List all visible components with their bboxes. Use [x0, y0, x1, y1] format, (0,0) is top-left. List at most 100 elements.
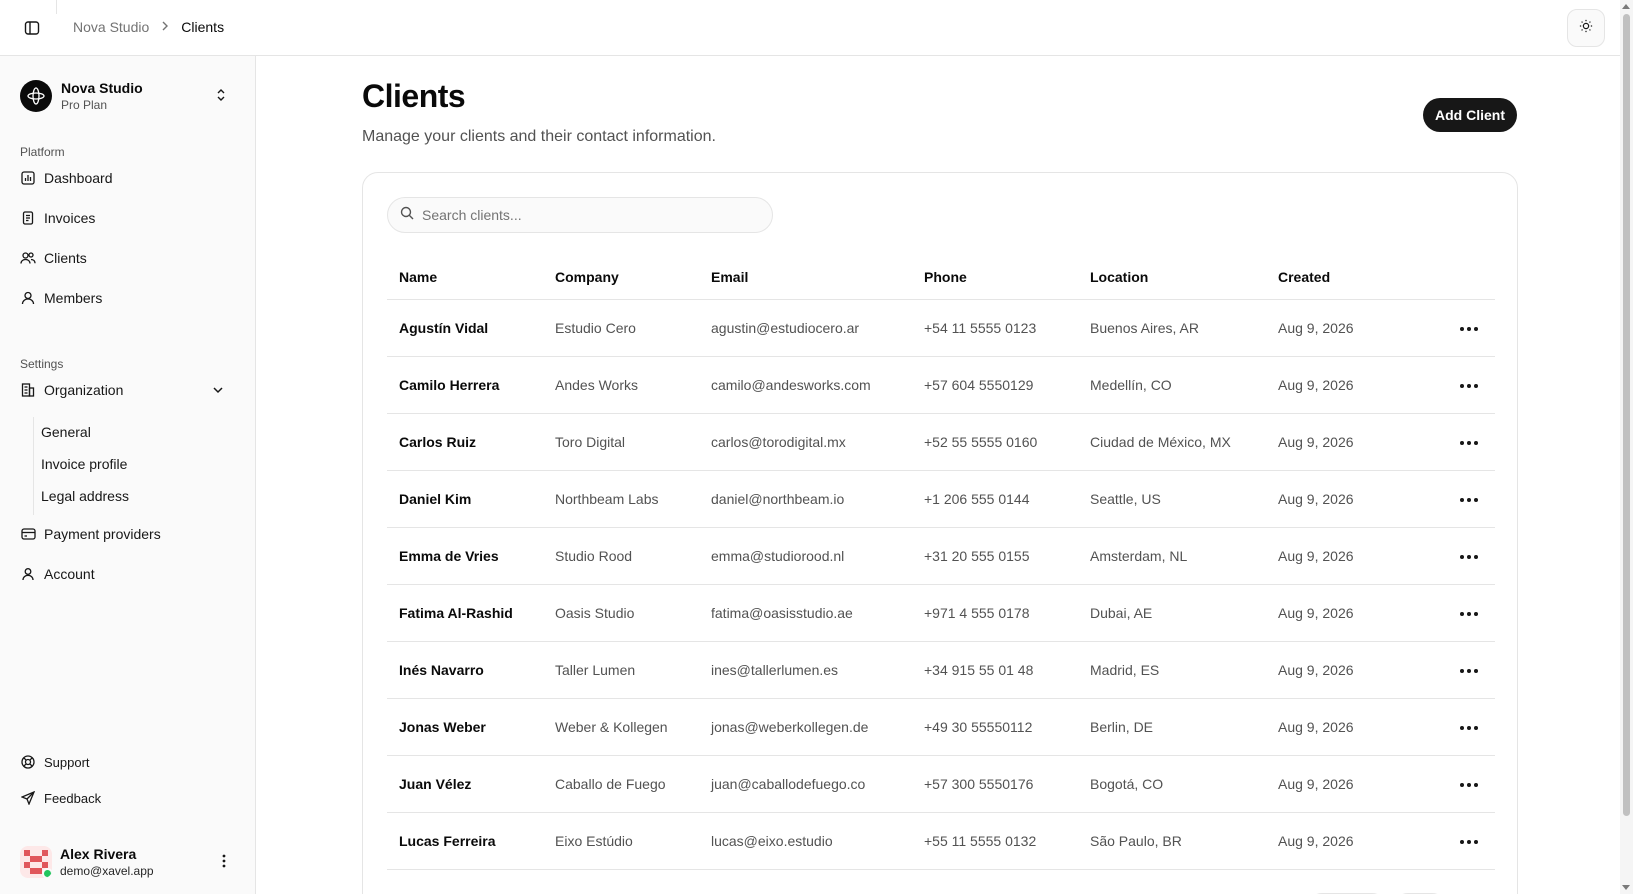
more-horizontal-icon[interactable] — [1454, 834, 1484, 850]
sidebar-subitem-general[interactable]: General — [41, 420, 91, 444]
more-horizontal-icon[interactable] — [1454, 435, 1484, 451]
more-horizontal-icon[interactable] — [1454, 777, 1484, 793]
cell-phone: +1 206 555 0144 — [912, 470, 1078, 528]
cell-email[interactable]: jonas@weberkollegen.de — [699, 698, 912, 756]
cell-email[interactable]: agustin@estudiocero.ar — [699, 299, 912, 357]
sidebar-item-clients[interactable]: Clients — [20, 242, 236, 274]
sidebar-item-label: Payment providers — [44, 526, 161, 542]
platform-group-label: Platform — [20, 145, 65, 159]
more-horizontal-icon[interactable] — [1454, 720, 1484, 736]
table-row[interactable]: Agustín Vidal Estudio Cero agustin@estudio… — [387, 299, 1495, 357]
column-header-phone[interactable]: Phone — [912, 255, 1078, 300]
sidebar-item-label: Organization — [44, 382, 124, 398]
cell-location: Ciudad de México, MX — [1078, 413, 1266, 471]
search-input[interactable] — [422, 207, 752, 223]
sidebar-item-members[interactable]: Members — [20, 282, 236, 314]
cell-actions — [1443, 584, 1495, 642]
cell-phone: +34 915 55 01 48 — [912, 641, 1078, 699]
cell-name: Fatima Al-Rashid — [387, 584, 543, 642]
user-name: Alex Rivera — [60, 845, 137, 862]
sidebar-item-label: Support — [44, 754, 90, 770]
column-header-name[interactable]: Name — [387, 255, 543, 300]
column-header-location[interactable]: Location — [1078, 255, 1266, 300]
sidebar-item-payment-providers[interactable]: Payment providers — [20, 518, 236, 550]
table-row[interactable]: Jonas Weber Weber & Kollegen jonas@weberko… — [387, 698, 1495, 756]
cell-location: Buenos Aires, AR — [1078, 299, 1266, 357]
sidebar-item-support[interactable]: Support — [20, 746, 236, 778]
more-horizontal-icon[interactable] — [1454, 663, 1484, 679]
theme-toggle-button[interactable] — [1567, 9, 1605, 47]
sidebar-item-account[interactable]: Account — [20, 558, 236, 590]
sidebar-subitem-legal-address[interactable]: Legal address — [41, 484, 129, 508]
cell-created: Aug 9, 2026 — [1266, 356, 1443, 414]
breadcrumb-root-link[interactable]: Nova Studio — [73, 19, 149, 35]
cell-email[interactable]: juan@caballodefuego.co — [699, 755, 912, 813]
chevrons-up-down-icon[interactable] — [214, 88, 228, 107]
column-header-email[interactable]: Email — [699, 255, 912, 300]
building-icon — [20, 382, 36, 398]
org-name: Nova Studio — [61, 79, 143, 96]
more-horizontal-icon[interactable] — [1454, 378, 1484, 394]
cell-name: Daniel Kim — [387, 470, 543, 528]
sidebar-item-dashboard[interactable]: Dashboard — [20, 162, 236, 194]
cell-actions — [1443, 641, 1495, 699]
sidebar-item-feedback[interactable]: Feedback — [20, 782, 236, 814]
table-row[interactable]: Lucas Ferreira Eixo Estúdio lucas@eixo.est… — [387, 812, 1495, 870]
table-row[interactable]: Daniel Kim Northbeam Labs daniel@northbeam… — [387, 470, 1495, 528]
users-icon — [20, 250, 36, 266]
search-box[interactable] — [387, 197, 773, 233]
cell-actions — [1443, 698, 1495, 756]
column-header-created[interactable]: Created — [1266, 255, 1443, 300]
cell-phone: +49 30 55550112 — [912, 698, 1078, 756]
cell-created: Aug 9, 2026 — [1266, 812, 1443, 870]
top-bar: Nova Studio Clients — [0, 0, 1620, 56]
cell-created: Aug 9, 2026 — [1266, 299, 1443, 357]
table-row[interactable]: Emma de Vries Studio Rood emma@studiorood.… — [387, 527, 1495, 585]
avatar — [20, 846, 52, 878]
sidebar-item-invoices[interactable]: Invoices — [20, 202, 236, 234]
add-client-button[interactable]: Add Client — [1423, 98, 1517, 132]
more-vertical-icon[interactable] — [222, 854, 226, 873]
table-row[interactable]: Camilo Herrera Andes Works camilo@andeswor… — [387, 356, 1495, 414]
cell-email[interactable]: lucas@eixo.estudio — [699, 812, 912, 870]
cell-email[interactable]: daniel@northbeam.io — [699, 470, 912, 528]
sidebar-item-label: Account — [44, 566, 95, 582]
more-horizontal-icon[interactable] — [1454, 549, 1484, 565]
sidebar-subitem-invoice-profile[interactable]: Invoice profile — [41, 452, 127, 476]
breadcrumb: Nova Studio Clients — [73, 19, 224, 35]
lifebuoy-icon — [20, 754, 36, 770]
chevron-down-icon[interactable] — [212, 383, 224, 399]
page-scrollbar[interactable] — [1620, 0, 1633, 894]
user-menu[interactable]: Alex Rivera demo@xavel.app — [20, 842, 236, 882]
sidebar-item-organization[interactable]: Organization — [20, 374, 236, 406]
org-switcher[interactable]: Nova Studio Pro Plan — [20, 76, 236, 116]
scrollbar-thumb[interactable] — [1623, 14, 1630, 816]
table-row[interactable]: Inés Navarro Taller Lumen ines@tallerlumen… — [387, 641, 1495, 699]
cell-phone: +55 11 5555 0132 — [912, 812, 1078, 870]
cell-phone: +52 55 5555 0160 — [912, 413, 1078, 471]
table-row[interactable]: Juan Vélez Caballo de Fuego juan@caballode… — [387, 755, 1495, 813]
more-horizontal-icon[interactable] — [1454, 321, 1484, 337]
cell-email[interactable]: emma@studiorood.nl — [699, 527, 912, 585]
table-row[interactable]: Carlos Ruiz Toro Digital carlos@torodigita… — [387, 413, 1495, 471]
sidebar-item-label: Members — [44, 290, 103, 306]
cell-email[interactable]: fatima@oasisstudio.ae — [699, 584, 912, 642]
cell-created: Aug 9, 2026 — [1266, 698, 1443, 756]
cell-email[interactable]: carlos@torodigital.mx — [699, 413, 912, 471]
cell-location: Madrid, ES — [1078, 641, 1266, 699]
cell-name: Camilo Herrera — [387, 356, 543, 414]
scroll-up-arrow-icon[interactable] — [1622, 4, 1630, 9]
scroll-down-arrow-icon[interactable] — [1622, 885, 1630, 890]
cell-phone: +57 300 5550176 — [912, 755, 1078, 813]
table-row[interactable]: Fatima Al-Rashid Oasis Studio fatima@oasis… — [387, 584, 1495, 642]
sidebar-toggle-icon[interactable] — [20, 18, 44, 38]
sidebar-item-label: Dashboard — [44, 170, 113, 186]
column-header-company[interactable]: Company — [543, 255, 699, 300]
more-horizontal-icon[interactable] — [1454, 492, 1484, 508]
cell-company: Estudio Cero — [543, 299, 699, 357]
cell-email[interactable]: ines@tallerlumen.es — [699, 641, 912, 699]
more-horizontal-icon[interactable] — [1454, 606, 1484, 622]
cell-company: Andes Works — [543, 356, 699, 414]
top-divider — [56, 0, 57, 14]
cell-email[interactable]: camilo@andesworks.com — [699, 356, 912, 414]
